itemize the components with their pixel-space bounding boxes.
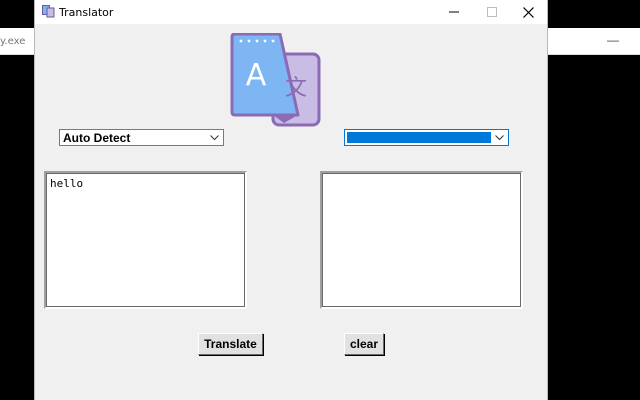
translator-window: Translator A 文 Auto Detect hello Transla… (35, 0, 547, 400)
source-language-select[interactable]: Auto Detect (59, 129, 224, 146)
title-bar[interactable]: Translator (35, 0, 547, 24)
chevron-down-icon[interactable] (492, 130, 506, 145)
clear-button[interactable]: clear (344, 333, 384, 355)
source-language-value: Auto Detect (63, 131, 131, 145)
target-language-select[interactable] (344, 129, 509, 146)
close-icon (522, 6, 534, 18)
window-title: Translator (59, 6, 114, 19)
app-translate-icon (42, 5, 55, 18)
maximize-icon (487, 7, 497, 17)
chevron-down-icon[interactable] (207, 130, 221, 145)
target-language-selection (347, 132, 491, 143)
background-minimize-icon[interactable]: — (606, 33, 620, 47)
minimize-icon (449, 11, 459, 13)
translate-button[interactable]: Translate (198, 333, 263, 355)
input-text-area[interactable]: hello (44, 171, 247, 309)
input-text: hello (50, 177, 84, 190)
output-text-area[interactable] (320, 171, 523, 309)
close-button[interactable] (509, 0, 547, 24)
logo-letter-cjk: 文 (285, 76, 307, 101)
minimize-button[interactable] (435, 0, 473, 24)
maximize-button[interactable] (473, 0, 511, 24)
translate-logo-icon: A 文 (230, 33, 321, 127)
background-window-title: y.exe (0, 36, 26, 47)
logo-letter-a: A (246, 58, 267, 93)
